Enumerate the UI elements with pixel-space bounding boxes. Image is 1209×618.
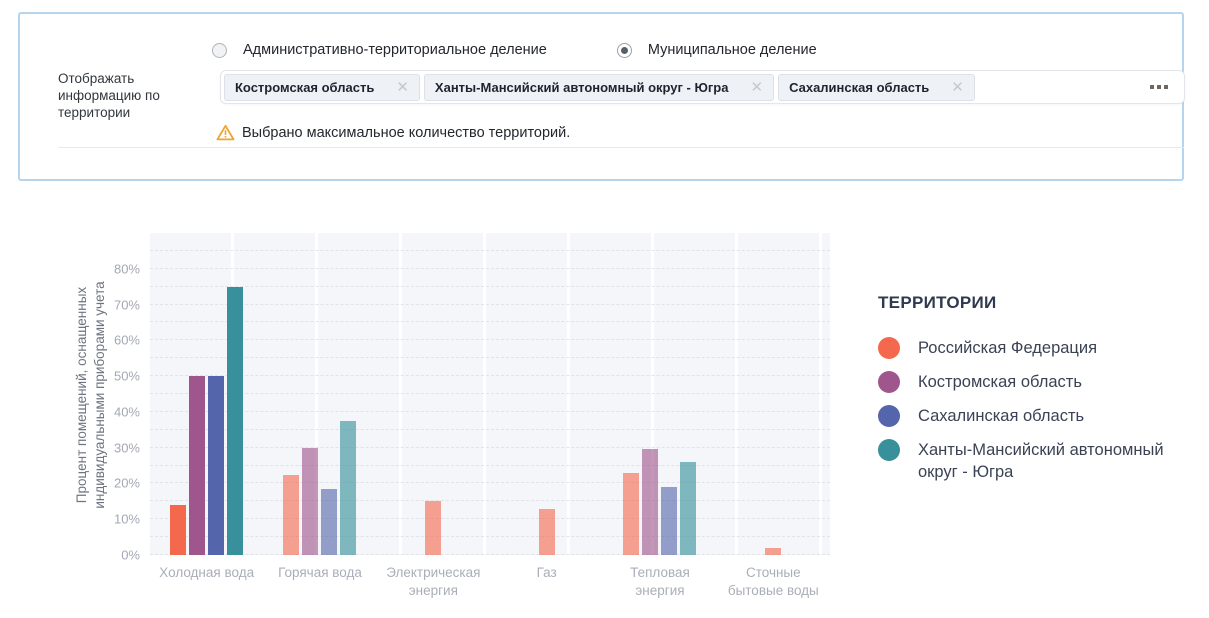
bar-chart-plot-area bbox=[150, 233, 830, 555]
legend-color-dot bbox=[878, 337, 900, 359]
bar[interactable] bbox=[425, 501, 441, 555]
legend-item[interactable]: Ханты-Мансийский автономный округ - Югра bbox=[878, 439, 1188, 483]
territory-field-label: Отображать информацию по территории bbox=[58, 70, 213, 121]
warning-text: Выбрано максимальное количество территор… bbox=[242, 125, 570, 141]
territory-chip: Сахалинская область ✕ bbox=[778, 74, 975, 101]
y-tick-label: 70% bbox=[114, 297, 140, 312]
chip-remove-icon[interactable]: ✕ bbox=[750, 80, 763, 95]
bars-layer bbox=[150, 233, 830, 555]
bar[interactable] bbox=[680, 462, 696, 555]
bar[interactable] bbox=[661, 487, 677, 555]
chip-label: Сахалинская область bbox=[789, 80, 929, 95]
y-tick-label: 20% bbox=[114, 476, 140, 491]
warning-icon bbox=[216, 124, 235, 141]
max-territories-warning: Выбрано максимальное количество территор… bbox=[216, 124, 570, 141]
radio-selected-icon[interactable] bbox=[617, 43, 632, 58]
chip-label: Ханты-Мансийский автономный округ - Югра bbox=[435, 80, 729, 95]
x-axis-category-label: Тепловая энергия bbox=[603, 564, 716, 600]
bar-group bbox=[263, 233, 376, 555]
bar[interactable] bbox=[321, 489, 337, 555]
legend-item-label: Костромская область bbox=[918, 371, 1082, 393]
x-axis-category-label: Газ bbox=[490, 564, 603, 600]
bar-group bbox=[377, 233, 490, 555]
division-radio-group: Административно-территориальное деление … bbox=[212, 42, 817, 58]
y-tick-label: 40% bbox=[114, 404, 140, 419]
radio-unselected-icon[interactable] bbox=[212, 43, 227, 58]
territory-chip: Костромская область ✕ bbox=[224, 74, 420, 101]
bar[interactable] bbox=[302, 448, 318, 555]
bar-group bbox=[150, 233, 263, 555]
y-tick-label: 50% bbox=[114, 369, 140, 384]
bar[interactable] bbox=[189, 376, 205, 555]
y-tick-label: 80% bbox=[114, 261, 140, 276]
legend-item[interactable]: Костромская область bbox=[878, 371, 1188, 393]
radio-administrative-division[interactable]: Административно-территориальное деление bbox=[212, 42, 547, 58]
legend-item-label: Российская Федерация bbox=[918, 337, 1097, 359]
legend-item-label: Ханты-Мансийский автономный округ - Югра bbox=[918, 439, 1188, 483]
chart-legend: ТЕРРИТОРИИ Российская Федерация Костромс… bbox=[878, 293, 1188, 495]
x-axis-category-label: Горячая вода bbox=[263, 564, 376, 600]
y-tick-label: 0% bbox=[121, 548, 140, 563]
y-tick-label: 60% bbox=[114, 333, 140, 348]
bar[interactable] bbox=[642, 449, 658, 555]
legend-color-dot bbox=[878, 371, 900, 393]
bar[interactable] bbox=[227, 287, 243, 555]
bar-group bbox=[603, 233, 716, 555]
bar[interactable] bbox=[170, 505, 186, 555]
territory-multiselect-input[interactable]: Костромская область ✕ Ханты-Мансийский а… bbox=[220, 70, 1185, 104]
legend-item[interactable]: Сахалинская область bbox=[878, 405, 1188, 427]
chip-remove-icon[interactable]: ✕ bbox=[396, 80, 409, 95]
bar[interactable] bbox=[623, 473, 639, 555]
territory-filter-panel: Административно-территориальное деление … bbox=[18, 12, 1184, 181]
legend-color-dot bbox=[878, 439, 900, 461]
radio-administrative-label[interactable]: Административно-территориальное деление bbox=[243, 42, 547, 58]
chip-remove-icon[interactable]: ✕ bbox=[951, 80, 964, 95]
bar-group bbox=[490, 233, 603, 555]
territory-chip: Ханты-Мансийский автономный округ - Югра… bbox=[424, 74, 774, 101]
legend-item-label: Сахалинская область bbox=[918, 405, 1084, 427]
bar[interactable] bbox=[208, 376, 224, 555]
radio-municipal-division[interactable]: Муниципальное деление bbox=[617, 42, 817, 58]
bar[interactable] bbox=[340, 421, 356, 555]
chip-label: Костромская область bbox=[235, 80, 374, 95]
y-axis-ticks: 0%10%20%30%40%50%60%70%80% bbox=[90, 233, 140, 555]
bar[interactable] bbox=[539, 509, 555, 556]
y-tick-label: 10% bbox=[114, 512, 140, 527]
legend-title: ТЕРРИТОРИИ bbox=[878, 293, 1188, 313]
x-axis-category-label: Холодная вода bbox=[150, 564, 263, 600]
legend-color-dot bbox=[878, 405, 900, 427]
panel-divider bbox=[58, 147, 1184, 148]
bar[interactable] bbox=[765, 548, 781, 555]
radio-municipal-label[interactable]: Муниципальное деление bbox=[648, 42, 817, 58]
x-axis-category-label: Сточные бытовые воды bbox=[717, 564, 830, 600]
bar-group bbox=[717, 233, 830, 555]
legend-item[interactable]: Российская Федерация bbox=[878, 337, 1188, 359]
bar[interactable] bbox=[283, 475, 299, 556]
x-axis-category-label: Электрическая энергия bbox=[377, 564, 490, 600]
more-options-icon[interactable] bbox=[1146, 81, 1172, 93]
y-tick-label: 30% bbox=[114, 440, 140, 455]
x-axis-labels: Холодная водаГорячая водаЭлектрическая э… bbox=[150, 564, 830, 600]
